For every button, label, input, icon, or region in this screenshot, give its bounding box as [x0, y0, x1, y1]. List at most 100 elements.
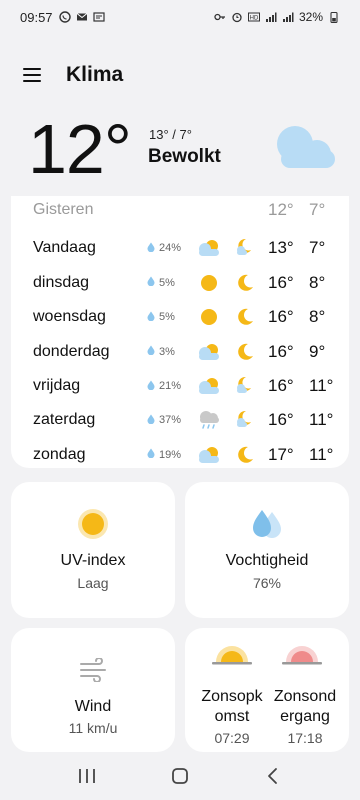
forecast-row: vrijdag 21% 16° 11°: [11, 369, 349, 403]
back-icon[interactable]: [263, 766, 283, 786]
wind-tile[interactable]: Wind 11 km/u: [11, 628, 175, 752]
forecast-row: dinsdag 5% 16° 8°: [11, 266, 349, 300]
sunset-time: 17:18: [287, 730, 323, 746]
precip-chance: 19%: [147, 448, 181, 461]
hd-icon: HD: [247, 12, 260, 22]
key-icon: [214, 13, 225, 21]
forecast-row: zondag 19% 17° 11°: [11, 438, 349, 472]
low-temp: 11°: [309, 444, 334, 464]
sun-icon: [197, 272, 221, 294]
wind-title: Wind: [74, 698, 112, 715]
signal-icon: [265, 12, 277, 22]
uv-index-tile[interactable]: UV-index Laag: [11, 482, 175, 618]
humidity-tile[interactable]: Vochtigheid 76%: [185, 482, 349, 618]
moon-cloud-icon: [234, 375, 256, 397]
partly-cloudy-icon: [197, 341, 221, 363]
sunset-label: Zonsond ergang: [273, 688, 337, 725]
low-temp: 7°: [309, 200, 326, 219]
battery-icon: [330, 11, 338, 23]
precip-chance: 5%: [147, 276, 175, 289]
partly-cloudy-icon: [197, 237, 221, 259]
svg-text:HD: HD: [250, 15, 259, 21]
moon-cloud-icon: [234, 409, 256, 431]
moon-icon: [234, 306, 256, 328]
forecast-day: vrijdag: [33, 377, 81, 394]
precip-chance: 24%: [147, 242, 181, 255]
precip-chance: 3%: [147, 345, 175, 358]
wind-value: 11 km/u: [68, 720, 118, 736]
high-temp: 16°: [268, 307, 294, 327]
droplet-icon: [147, 311, 155, 324]
volte-icon: [282, 12, 294, 22]
moon-icon: [234, 272, 256, 294]
daily-forecast-card[interactable]: Gisteren 12° 7° Vandaag 24% 13° 7° dinsdag 5% 16°…: [11, 196, 349, 468]
high-temp: 16°: [268, 376, 294, 395]
droplet-icon: [147, 380, 155, 393]
droplet-icon: [147, 276, 155, 289]
moon-cloud-icon: [234, 237, 256, 259]
mail-icon: [76, 13, 87, 21]
sunrise-label: Zonsopk omst: [201, 688, 263, 725]
sunset-icon: [282, 646, 322, 665]
rain-icon: [197, 409, 221, 431]
precip-chance: 5%: [147, 311, 175, 324]
sunrise-icon: [212, 646, 252, 665]
menu-icon[interactable]: [22, 66, 42, 84]
uv-title: UV-index: [60, 552, 126, 569]
status-time: 09:57: [20, 9, 53, 25]
high-temp: 12°: [268, 200, 294, 219]
low-temp: 11°: [309, 376, 334, 395]
status-bar: 09:57 HD 32%: [0, 0, 360, 34]
forecast-day: Vandaag: [33, 239, 96, 257]
app-bar: Klima: [0, 48, 360, 102]
forecast-day: woensdag: [33, 308, 106, 326]
forecast-row: woensdag 5% 16° 8°: [11, 300, 349, 334]
system-nav-bar: [0, 752, 360, 800]
partly-cloudy-icon: [197, 375, 221, 397]
forecast-day: zondag: [33, 445, 86, 463]
low-temp: 8°: [309, 307, 326, 327]
whatsapp-icon: [58, 11, 71, 23]
precip-chance: 37%: [147, 414, 181, 427]
low-temp: 11°: [309, 410, 334, 430]
home-icon[interactable]: [170, 766, 190, 786]
high-temp: 16°: [268, 272, 294, 292]
low-temp: 9°: [309, 341, 326, 361]
battery-text: 32%: [298, 10, 323, 24]
uv-value: Laag: [77, 575, 109, 591]
sunrise-time: 07:29: [214, 730, 250, 746]
current-weather: 12° 13° / 7° Bewolkt: [0, 110, 360, 190]
humidity-title: Vochtigheid: [225, 552, 309, 569]
notification-icon: [92, 12, 105, 22]
recent-apps-icon[interactable]: [77, 767, 97, 785]
forecast-row: zaterdag 37% 16° 11°: [11, 403, 349, 437]
wind-icon: [80, 658, 106, 682]
high-temp: 16°: [268, 410, 294, 430]
partly-cloudy-icon: [197, 444, 221, 466]
forecast-day: donderdag: [33, 342, 110, 360]
forecast-day: zaterdag: [33, 411, 96, 429]
humidity-value: 76%: [252, 575, 282, 591]
forecast-row: donderdag 3% 16° 9°: [11, 335, 349, 369]
droplet-icon: [147, 414, 155, 427]
current-range: 13° / 7°: [149, 127, 192, 142]
sun-times-tile[interactable]: Zonsopk omst 07:29 Zonsond ergang 17:18: [185, 628, 349, 752]
moon-icon: [234, 444, 256, 466]
current-temperature: 12°: [28, 110, 132, 188]
droplet-icon: [147, 345, 155, 358]
low-temp: 7°: [309, 238, 326, 258]
high-temp: 17°: [268, 444, 294, 464]
forecast-day: Gisteren: [33, 201, 94, 218]
uv-sun-icon: [78, 509, 108, 539]
yesterday-row: Gisteren 12° 7°: [11, 193, 349, 227]
moon-icon: [234, 341, 256, 363]
precip-chance: 21%: [147, 380, 181, 393]
droplets-icon: [253, 510, 281, 538]
high-temp: 13°: [268, 238, 294, 258]
high-temp: 16°: [268, 341, 294, 361]
forecast-day: dinsdag: [33, 273, 90, 291]
cloud-icon: [277, 126, 335, 168]
low-temp: 8°: [309, 272, 326, 292]
forecast-row: Vandaag 24% 13° 7°: [11, 231, 349, 265]
page-title: Klima: [66, 63, 124, 86]
